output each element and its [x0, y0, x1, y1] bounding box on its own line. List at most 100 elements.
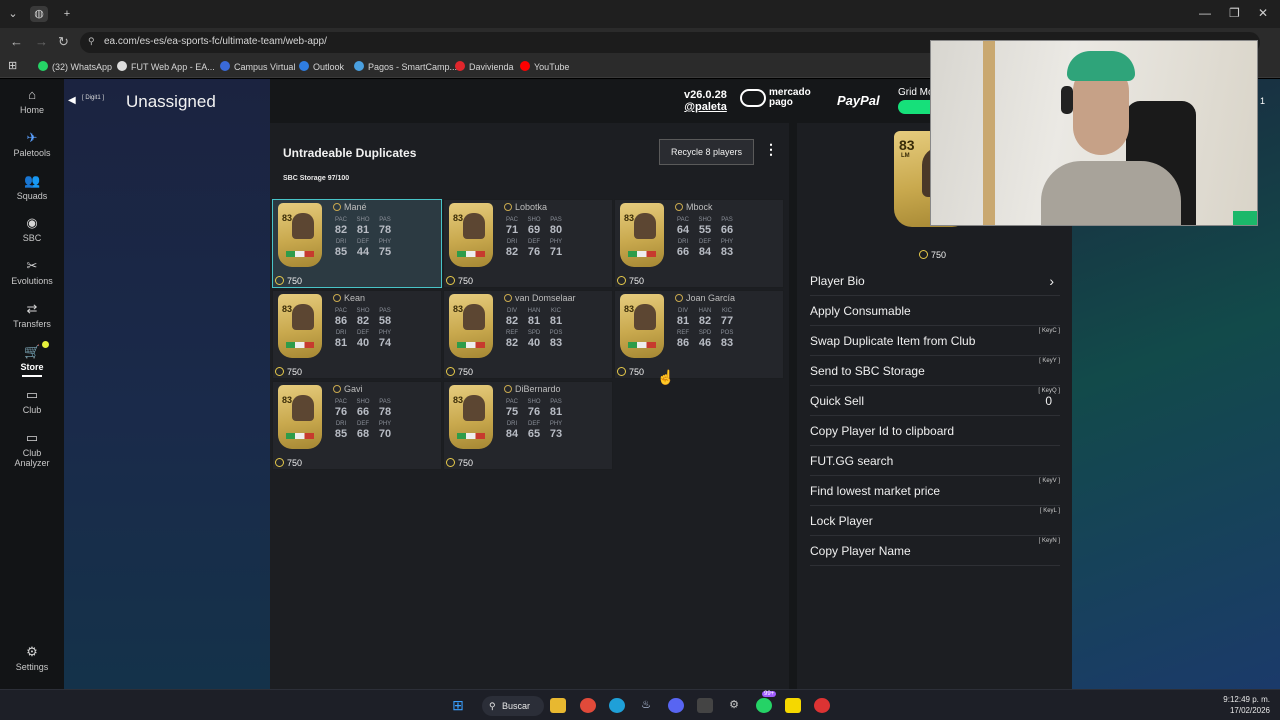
player-item[interactable]: 83 Mané PAC 82 SHO 81 PAS 78 DRI 85 DEF 44 PHY 75 750 — [272, 199, 442, 288]
handshake-icon — [740, 89, 766, 107]
file-explorer-icon[interactable] — [550, 698, 566, 713]
player-item[interactable]: 83 Gavi PAC 76 SHO 66 PAS 78 DRI 85 DEF 68 PHY 70 750 — [272, 381, 442, 470]
player-item[interactable]: 83 DiBernardo PAC 75 SHO 76 PAS 81 DRI 84 DEF 65 PHY… — [443, 381, 613, 470]
menu-hotkey: [ KeyL ] — [1039, 508, 1060, 514]
maximize-icon[interactable]: ❐ — [1229, 6, 1240, 20]
steam-icon[interactable]: ♨ — [638, 698, 654, 713]
stat-value: 71 — [549, 246, 563, 258]
sponsor-paypal[interactable]: PayPal — [837, 93, 880, 108]
tab-list-icon[interactable]: ⌄ — [4, 6, 22, 22]
nav-settings[interactable]: ⚙ Settings — [0, 644, 64, 673]
sticky-notes-icon[interactable] — [785, 698, 801, 713]
url-text: ea.com/es-es/ea-sports-fc/ultimate-team/… — [104, 36, 327, 47]
player-item[interactable]: 83 Mbock PAC 64 SHO 55 PAS 66 DRI 66 DEF 84 PHY 83 750 — [614, 199, 784, 288]
nav-evolutions[interactable]: ✂ Evolutions — [0, 258, 64, 287]
menu-item[interactable]: Lock Player [ KeyL ] — [810, 506, 1060, 536]
player-item[interactable]: 83 Kean PAC 86 SHO 82 PAS 58 DRI 81 DEF 40 PHY 74 750 — [272, 290, 442, 379]
stat-label: SHO — [356, 217, 370, 223]
recycle-button[interactable]: Recycle 8 players — [659, 139, 754, 165]
stat-label: PAS — [721, 217, 733, 223]
more-options-icon[interactable]: ⋮ — [764, 141, 778, 158]
nav-sbc[interactable]: ◉ SBC — [0, 216, 64, 244]
stat-value: 40 — [527, 337, 541, 349]
stat-value: 81 — [527, 315, 541, 327]
nav-home[interactable]: ⌂ Home — [0, 87, 64, 116]
active-tab-icon[interactable]: ◍ — [30, 6, 48, 22]
evolutions-icon: ✂ — [26, 258, 38, 273]
bookmark-outlook[interactable]: Outlook — [299, 61, 344, 72]
bookmark-davivienda[interactable]: Davivienda — [455, 61, 514, 72]
nav-paletools[interactable]: ✈ Paletools — [0, 131, 64, 159]
whatsapp-icon[interactable] — [756, 698, 772, 713]
bookmark-fut-web-app[interactable]: FUT Web App - EA... — [117, 61, 215, 72]
settings-app-icon[interactable]: ⚙ — [726, 698, 742, 713]
menu-item[interactable]: Apply Consumable — [810, 296, 1060, 326]
taskbar-search[interactable]: ⚲ Buscar — [482, 696, 544, 716]
stat-value: 83 — [720, 246, 734, 258]
menu-item[interactable]: Swap Duplicate Item from Club [ KeyC ] — [810, 326, 1060, 356]
price-value: 750 — [458, 276, 474, 286]
chrome-icon[interactable] — [580, 698, 596, 713]
new-tab-icon[interactable]: + — [58, 6, 76, 22]
menu-item[interactable]: FUT.GG search — [810, 446, 1060, 476]
sponsor-mercado-pago[interactable]: mercado pago — [740, 88, 826, 108]
untradeable-icon — [504, 294, 512, 302]
stat-label: PAS — [379, 308, 391, 314]
forward-icon[interactable]: → — [35, 34, 48, 49]
close-icon[interactable]: ✕ — [1258, 6, 1268, 20]
app-icon[interactable] — [697, 698, 713, 713]
start-icon[interactable]: ⊞ — [450, 698, 466, 713]
nav-squads[interactable]: 👥 Squads — [0, 174, 64, 202]
quick-sell-price: 750 — [275, 367, 302, 377]
chrome-profile-icon[interactable] — [814, 698, 830, 713]
nav-club[interactable]: ▭ Club — [0, 388, 64, 416]
player-item[interactable]: 83 van Domselaar DIV 82 HAN 81 KIC 81 REF 82 SPD 40… — [443, 290, 613, 379]
home-icon: ⌂ — [28, 87, 36, 102]
nav-transfers[interactable]: ⇄ Transfers — [0, 302, 64, 330]
player-item[interactable]: 83 Joan García DIV 81 HAN 82 KIC 77 REF 86 SPD 46 PO… — [614, 290, 784, 379]
taskbar-clock[interactable]: 9:12:49 p. m. 17/02/2026 — [1223, 694, 1270, 716]
stat-value: 70 — [378, 428, 392, 440]
bookmark-whatsapp[interactable]: (32) WhatsApp — [38, 61, 112, 72]
stat-label: DRI — [677, 239, 689, 245]
apps-icon[interactable]: ⊞ — [8, 59, 17, 72]
author-handle[interactable]: @paleta — [684, 101, 727, 113]
stat-label: PHY — [720, 239, 734, 245]
gear-icon: ⚙ — [26, 644, 38, 659]
coin-icon — [446, 458, 455, 467]
bookmark-pagos[interactable]: Pagos - SmartCamp... — [354, 61, 457, 72]
quick-sell-price: 750 — [275, 276, 302, 286]
stat-value: 68 — [356, 428, 370, 440]
bookmark-campus-virtual[interactable]: Campus Virtual — [220, 61, 295, 72]
menu-item[interactable]: Copy Player Name [ KeyN ] — [810, 536, 1060, 566]
stat-label: DRI — [506, 239, 518, 245]
stat-value: 86 — [334, 315, 348, 327]
stat-label: PAS — [379, 399, 391, 405]
stat-label: SHO — [527, 217, 541, 223]
player-item[interactable]: 83 Lobotka PAC 71 SHO 69 PAS 80 DRI 82 DEF 76 PHY 71 7… — [443, 199, 613, 288]
player-name: Joan García — [675, 293, 735, 303]
site-info-icon[interactable]: ⚲ — [88, 36, 95, 47]
stat-label: PAC — [335, 217, 347, 223]
menu-item[interactable]: Player Bio › — [810, 266, 1060, 296]
menu-item[interactable]: Quick Sell[ KeyQ ] 0 — [810, 386, 1060, 416]
stat-value: 78 — [378, 224, 392, 236]
bookmark-youtube[interactable]: YouTube — [520, 61, 569, 72]
stat-value: 82 — [505, 315, 519, 327]
reload-icon[interactable]: ↻ — [58, 34, 69, 50]
menu-item[interactable]: Copy Player Id to clipboard — [810, 416, 1060, 446]
stat-label: HAN — [527, 308, 541, 314]
stat-value: 81 — [334, 337, 348, 349]
edge-icon[interactable] — [609, 698, 625, 713]
webcam-green-object — [1233, 211, 1257, 225]
back-icon[interactable]: ← — [10, 34, 23, 49]
player-card: 83 — [278, 294, 322, 358]
back-button[interactable]: ◀ — [68, 95, 76, 106]
nav-store[interactable]: 🛒 Store — [0, 345, 64, 373]
minimize-icon[interactable]: — — [1199, 6, 1211, 20]
player-portrait — [463, 213, 485, 239]
menu-item[interactable]: Send to SBC Storage [ KeyY ] — [810, 356, 1060, 386]
discord-icon[interactable] — [668, 698, 684, 713]
nav-club-analyzer[interactable]: ▭ Club Analyzer — [0, 431, 64, 469]
menu-item[interactable]: Find lowest market price [ KeyV ] — [810, 476, 1060, 506]
